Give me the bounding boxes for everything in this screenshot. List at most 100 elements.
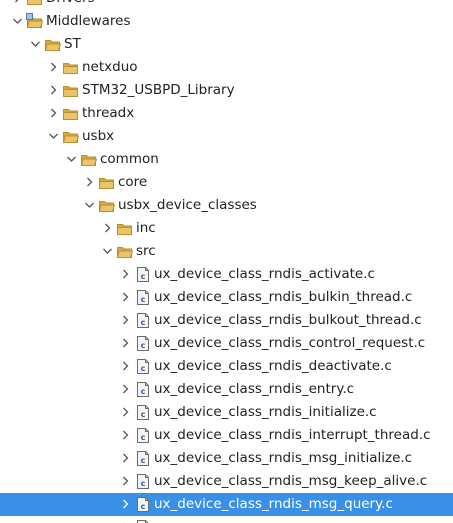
tree-item-st[interactable]: ST [0,33,453,56]
tree-item-label: ux_device_class_rndis_control_request.c [154,335,426,351]
c-source-file-icon: c [134,404,152,421]
tree-item-label: ST [64,36,81,52]
chevron-right-icon[interactable] [10,0,24,10]
chevron-right-icon [118,378,132,401]
tree-item-ux-device-class-rndis-bulkout-thread-c[interactable]: c ux_device_class_rndis_bulkout_thread.c [0,309,453,332]
tree-item-label: common [100,151,159,167]
folder-icon [62,128,80,145]
tree-item-ux-device-class-rndis-entry-c[interactable]: c ux_device_class_rndis_entry.c [0,378,453,401]
tree-item-label: ux_device_class_rndis_entry.c [154,381,355,397]
tree-item-label: Middlewares [46,13,131,29]
chevron-right-icon[interactable] [82,171,96,194]
folder-icon [116,243,134,260]
c-source-file-icon: c [134,312,152,329]
tree-item-label: Drivers [46,0,95,7]
tree-item-label: ux_device_class_rndis_msg_initialize.c [154,450,413,466]
tree-item-src[interactable]: src [0,240,453,263]
chevron-right-icon [118,424,132,447]
c-source-file-icon: c [134,519,152,523]
c-source-file-icon: c [134,427,152,444]
chevron-right-icon[interactable] [46,79,60,102]
chevron-right-icon[interactable] [100,217,114,240]
svg-text:c: c [141,387,146,396]
tree-item-label: ux_device_class_rndis_interrupt_thread.c [154,427,431,443]
tree-item-middlewares[interactable]: Middlewares [0,10,453,33]
tree-item-label: usbx [82,128,115,144]
chevron-right-icon [118,263,132,286]
svg-text:c: c [141,272,146,281]
tree-item-ux-device-class-rndis-bulkin-thread-c[interactable]: c ux_device_class_rndis_bulkin_thread.c [0,286,453,309]
tree-item-label: ux_device_class_rndis_deactivate.c [154,358,392,374]
chevron-right-icon [118,447,132,470]
folder-icon [80,151,98,168]
tree-item-label: threadx [82,105,135,121]
chevron-right-icon [118,493,132,516]
tree-item-ux-device-class-rndis-initialize-c[interactable]: c ux_device_class_rndis_initialize.c [0,401,453,424]
tree-item-ux-device-class-rndis-interrupt-thread-c[interactable]: c ux_device_class_rndis_interrupt_thread.… [0,424,453,447]
folder-icon [26,0,44,7]
c-source-file-icon: c [134,335,152,352]
svg-text:c: c [141,295,146,304]
folder-icon [62,105,80,122]
tree-item-ux-device-class-rndis-msg-keep-alive-c[interactable]: c ux_device_class_rndis_msg_keep_alive.c [0,470,453,493]
chevron-right-icon [118,470,132,493]
tree-item-label: STM32_USBPD_Library [82,82,235,98]
svg-text:c: c [141,433,146,442]
svg-text:c: c [141,410,146,419]
tree-item-threadx[interactable]: threadx [0,102,453,125]
tree-item-label: ux_device_class_rndis_bulkin_thread.c [154,289,413,305]
svg-text:c: c [141,502,146,511]
svg-text:c: c [141,456,146,465]
svg-text:c: c [141,318,146,327]
tree-item-label: src [136,243,156,259]
tree-item-label: inc [136,220,156,236]
tree-item-ux-device-class-rndis-deactivate-c[interactable]: c ux_device_class_rndis_deactivate.c [0,355,453,378]
svg-text:c: c [141,341,146,350]
c-source-file-icon: c [134,473,152,490]
tree-item-ux-device-class-rndis-msg-query-c[interactable]: c ux_device_class_rndis_msg_query.c [0,493,453,516]
tree-item-ux-device-class-rndis-activate-c[interactable]: c ux_device_class_rndis_activate.c [0,263,453,286]
chevron-right-icon [118,355,132,378]
tree-item-core[interactable]: core [0,171,453,194]
chevron-down-icon[interactable] [28,33,42,56]
c-source-file-icon: c [134,496,152,513]
tree-item-common[interactable]: common [0,148,453,171]
chevron-right-icon [118,516,132,523]
folder-icon [62,59,80,76]
project-explorer-tree: Drivers Middlewares STnetxduo STM32_USBPD_L… [0,0,453,523]
c-source-file-icon: c [134,266,152,283]
chevron-down-icon[interactable] [46,125,60,148]
tree-item-label: core [118,174,148,190]
folder-icon [98,197,116,214]
tree-item-usbx[interactable]: usbx [0,125,453,148]
tree-item-label: usbx_device_classes [118,197,257,213]
chevron-down-icon[interactable] [64,148,78,171]
chevron-down-icon[interactable] [10,10,24,33]
tree-item-label: netxduo [82,59,138,75]
folder-icon [62,82,80,99]
chevron-right-icon [118,309,132,332]
tree-item-drivers[interactable]: Drivers [0,0,453,10]
c-source-file-icon: c [134,381,152,398]
tree-item-ux-device-class-rndis-control-request-c[interactable]: c ux_device_class_rndis_control_request.c [0,332,453,355]
svg-text:c: c [141,479,146,488]
c-source-file-icon: c [134,358,152,375]
c-source-file-icon: c [134,289,152,306]
chevron-down-icon[interactable] [82,194,96,217]
tree-item-usbx-device-classes[interactable]: usbx_device_classes [0,194,453,217]
tree-item-label: ux_device_class_rndis_msg_query.c [154,496,393,512]
tree-item-netxduo[interactable]: netxduo [0,56,453,79]
tree-item-label: ux_device_class_rndis_initialize.c [154,404,377,420]
tree-item-ux-device-class-rndis-msg-initialize-c[interactable]: c ux_device_class_rndis_msg_initialize.c [0,447,453,470]
tree-item-partial[interactable]: c [0,516,453,523]
svg-text:c: c [141,364,146,373]
tree-item-inc[interactable]: inc [0,217,453,240]
chevron-right-icon [118,332,132,355]
folder-icon [44,36,62,53]
chevron-right-icon[interactable] [46,102,60,125]
tree-item-stm32-usbpd-library[interactable]: STM32_USBPD_Library [0,79,453,102]
chevron-down-icon[interactable] [100,240,114,263]
c-source-file-icon: c [134,450,152,467]
folder-icon [26,13,44,30]
chevron-right-icon[interactable] [46,56,60,79]
